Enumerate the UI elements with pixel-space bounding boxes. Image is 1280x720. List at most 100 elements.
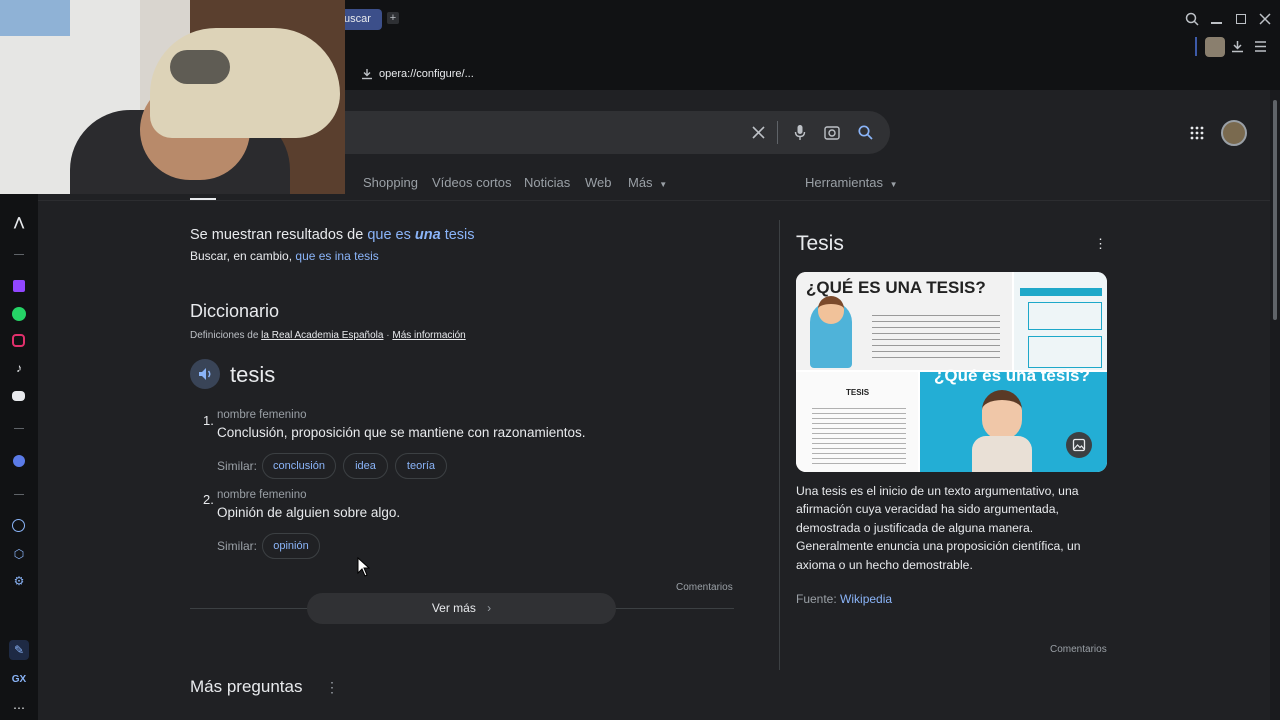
sidebar-divider bbox=[14, 254, 24, 255]
more-icon[interactable]: ⋯ bbox=[11, 700, 27, 716]
close-icon[interactable] bbox=[752, 126, 765, 139]
separator: · bbox=[386, 330, 390, 341]
query-part: tesis bbox=[444, 227, 475, 243]
similar-label: Similar: bbox=[217, 539, 258, 553]
panel-feedback-link[interactable]: Comentarios bbox=[1050, 644, 1107, 655]
similar-chip[interactable]: idea bbox=[343, 453, 388, 479]
apps-icon[interactable] bbox=[1190, 126, 1204, 140]
webcam-window bbox=[0, 0, 70, 36]
panel-title: Tesis bbox=[796, 232, 844, 255]
chevron-right-icon: › bbox=[487, 601, 492, 615]
showing-results-text: Se muestran resultados de que es una tes… bbox=[190, 227, 475, 243]
see-more-button[interactable]: Ver más › bbox=[307, 593, 616, 624]
illustration-woman bbox=[982, 390, 1022, 440]
page-scrollbar[interactable] bbox=[1270, 90, 1280, 720]
image-icon bbox=[1072, 438, 1086, 452]
speaker-icon bbox=[199, 368, 211, 380]
image-box bbox=[1028, 336, 1102, 368]
gx-icon[interactable]: GX bbox=[11, 672, 27, 688]
image-small-title: TESIS bbox=[846, 388, 870, 397]
panel-image-collage[interactable]: ¿QUÉ ES UNA TESIS? TESIS ¿Qué es una tes… bbox=[796, 272, 1107, 472]
similar-chip[interactable]: conclusión bbox=[262, 453, 336, 479]
panel-image-1[interactable]: ¿QUÉ ES UNA TESIS? bbox=[796, 272, 1012, 370]
tab-noticias[interactable]: Noticias bbox=[524, 175, 570, 190]
webcam-overlay bbox=[0, 0, 345, 194]
account-avatar[interactable] bbox=[1221, 120, 1247, 146]
image-text-lines bbox=[872, 310, 1000, 362]
new-tab-icon[interactable]: + bbox=[387, 12, 399, 24]
pin-icon[interactable]: ✎ bbox=[9, 640, 29, 660]
twitch-icon[interactable] bbox=[11, 278, 27, 294]
sidebar-divider bbox=[14, 494, 24, 495]
history-icon[interactable] bbox=[11, 518, 27, 534]
settings-icon[interactable]: ⚙ bbox=[11, 573, 27, 589]
more-questions-heading: Más preguntas bbox=[190, 677, 303, 696]
minimize-icon[interactable] bbox=[1211, 22, 1222, 24]
panel-more-icon[interactable]: ⋮ bbox=[1094, 236, 1107, 252]
download-icon[interactable] bbox=[1231, 40, 1244, 53]
panel-image-4[interactable]: ¿Qué es una tesis? bbox=[920, 366, 1107, 472]
wikipedia-link[interactable]: Wikipedia bbox=[840, 592, 892, 606]
image-viewer-button[interactable] bbox=[1066, 432, 1092, 458]
query-emphasis: una bbox=[414, 227, 441, 243]
image-box bbox=[1028, 302, 1102, 330]
tab-mas-label: Más bbox=[628, 175, 653, 190]
showing-prefix: Se muestran resultados de bbox=[190, 227, 364, 243]
webcam-cap-pattern bbox=[170, 50, 230, 84]
query-part: que es bbox=[367, 227, 411, 243]
whatsapp-icon[interactable] bbox=[11, 306, 27, 322]
sense-number: 2. bbox=[203, 492, 214, 507]
tab-mas[interactable]: Más ▼ bbox=[628, 175, 667, 190]
tab-web[interactable]: Web bbox=[585, 175, 612, 190]
easy-setup-icon[interactable] bbox=[1254, 40, 1267, 53]
search-instead-prefix: Buscar, en cambio, bbox=[190, 249, 293, 263]
extensions-icon[interactable]: ⬡ bbox=[11, 546, 27, 562]
profile-avatar[interactable] bbox=[1205, 37, 1225, 57]
pronunciation-button[interactable] bbox=[190, 359, 220, 389]
tools-label: Herramientas bbox=[805, 175, 884, 190]
more-info-link[interactable]: Más información bbox=[392, 330, 465, 341]
similar-label: Similar: bbox=[217, 459, 258, 473]
mouse-cursor-icon bbox=[357, 557, 370, 577]
tiktok-icon[interactable]: ♪ bbox=[11, 360, 27, 376]
tools-button[interactable]: Herramientas ▼ bbox=[805, 175, 898, 190]
camera-icon[interactable] bbox=[824, 125, 840, 140]
dictionary-feedback-link[interactable]: Comentarios bbox=[676, 582, 733, 593]
sense-definition: Conclusión, proposición que se mantiene … bbox=[217, 425, 586, 440]
instagram-icon[interactable] bbox=[11, 333, 27, 349]
more-options-icon[interactable]: ⋮ bbox=[325, 679, 339, 696]
source-prefix: Definiciones de bbox=[190, 330, 259, 341]
download-bar: opera://configure/... bbox=[345, 60, 1280, 90]
rae-link[interactable]: la Real Academia Española bbox=[261, 330, 383, 341]
original-query-link[interactable]: que es ina tesis bbox=[295, 249, 378, 263]
dictionary-heading: Diccionario bbox=[190, 301, 280, 321]
sense-definition: Opinión de alguien sobre algo. bbox=[217, 505, 401, 520]
similar-chip[interactable]: teoría bbox=[395, 453, 447, 479]
corrected-query-link[interactable]: que es una tesis bbox=[367, 227, 474, 243]
source-label: Fuente: bbox=[796, 592, 837, 606]
close-window-icon[interactable] bbox=[1259, 13, 1271, 25]
aria-icon[interactable]: ⋀ bbox=[11, 214, 27, 230]
discord-icon[interactable] bbox=[11, 388, 27, 404]
search-input[interactable] bbox=[345, 111, 890, 154]
grid-icon bbox=[1190, 126, 1204, 140]
tab-shopping[interactable]: Shopping bbox=[363, 175, 418, 190]
search-icon[interactable] bbox=[1185, 12, 1199, 26]
illustration-head bbox=[818, 296, 844, 324]
caret-down-icon: ▼ bbox=[889, 180, 898, 189]
image-text-lines bbox=[812, 404, 906, 466]
search-icon[interactable] bbox=[858, 125, 873, 140]
image-heading: ¿QUÉ ES UNA TESIS? bbox=[806, 278, 986, 297]
tab-videos-cortos[interactable]: Vídeos cortos bbox=[432, 175, 512, 190]
scrollbar-thumb[interactable] bbox=[1273, 100, 1277, 320]
restore-icon[interactable] bbox=[1236, 14, 1246, 24]
panel-image-2[interactable] bbox=[1014, 272, 1107, 370]
sidebar-divider bbox=[14, 428, 24, 429]
illustration-shirt bbox=[972, 436, 1032, 472]
panel-image-3[interactable]: TESIS bbox=[796, 372, 918, 472]
download-address[interactable]: opera://configure/... bbox=[379, 68, 474, 80]
panel-source: Fuente: Wikipedia bbox=[796, 592, 892, 606]
messenger-icon[interactable] bbox=[11, 453, 27, 469]
mic-icon[interactable] bbox=[794, 124, 806, 141]
similar-chip[interactable]: opinión bbox=[262, 533, 320, 559]
